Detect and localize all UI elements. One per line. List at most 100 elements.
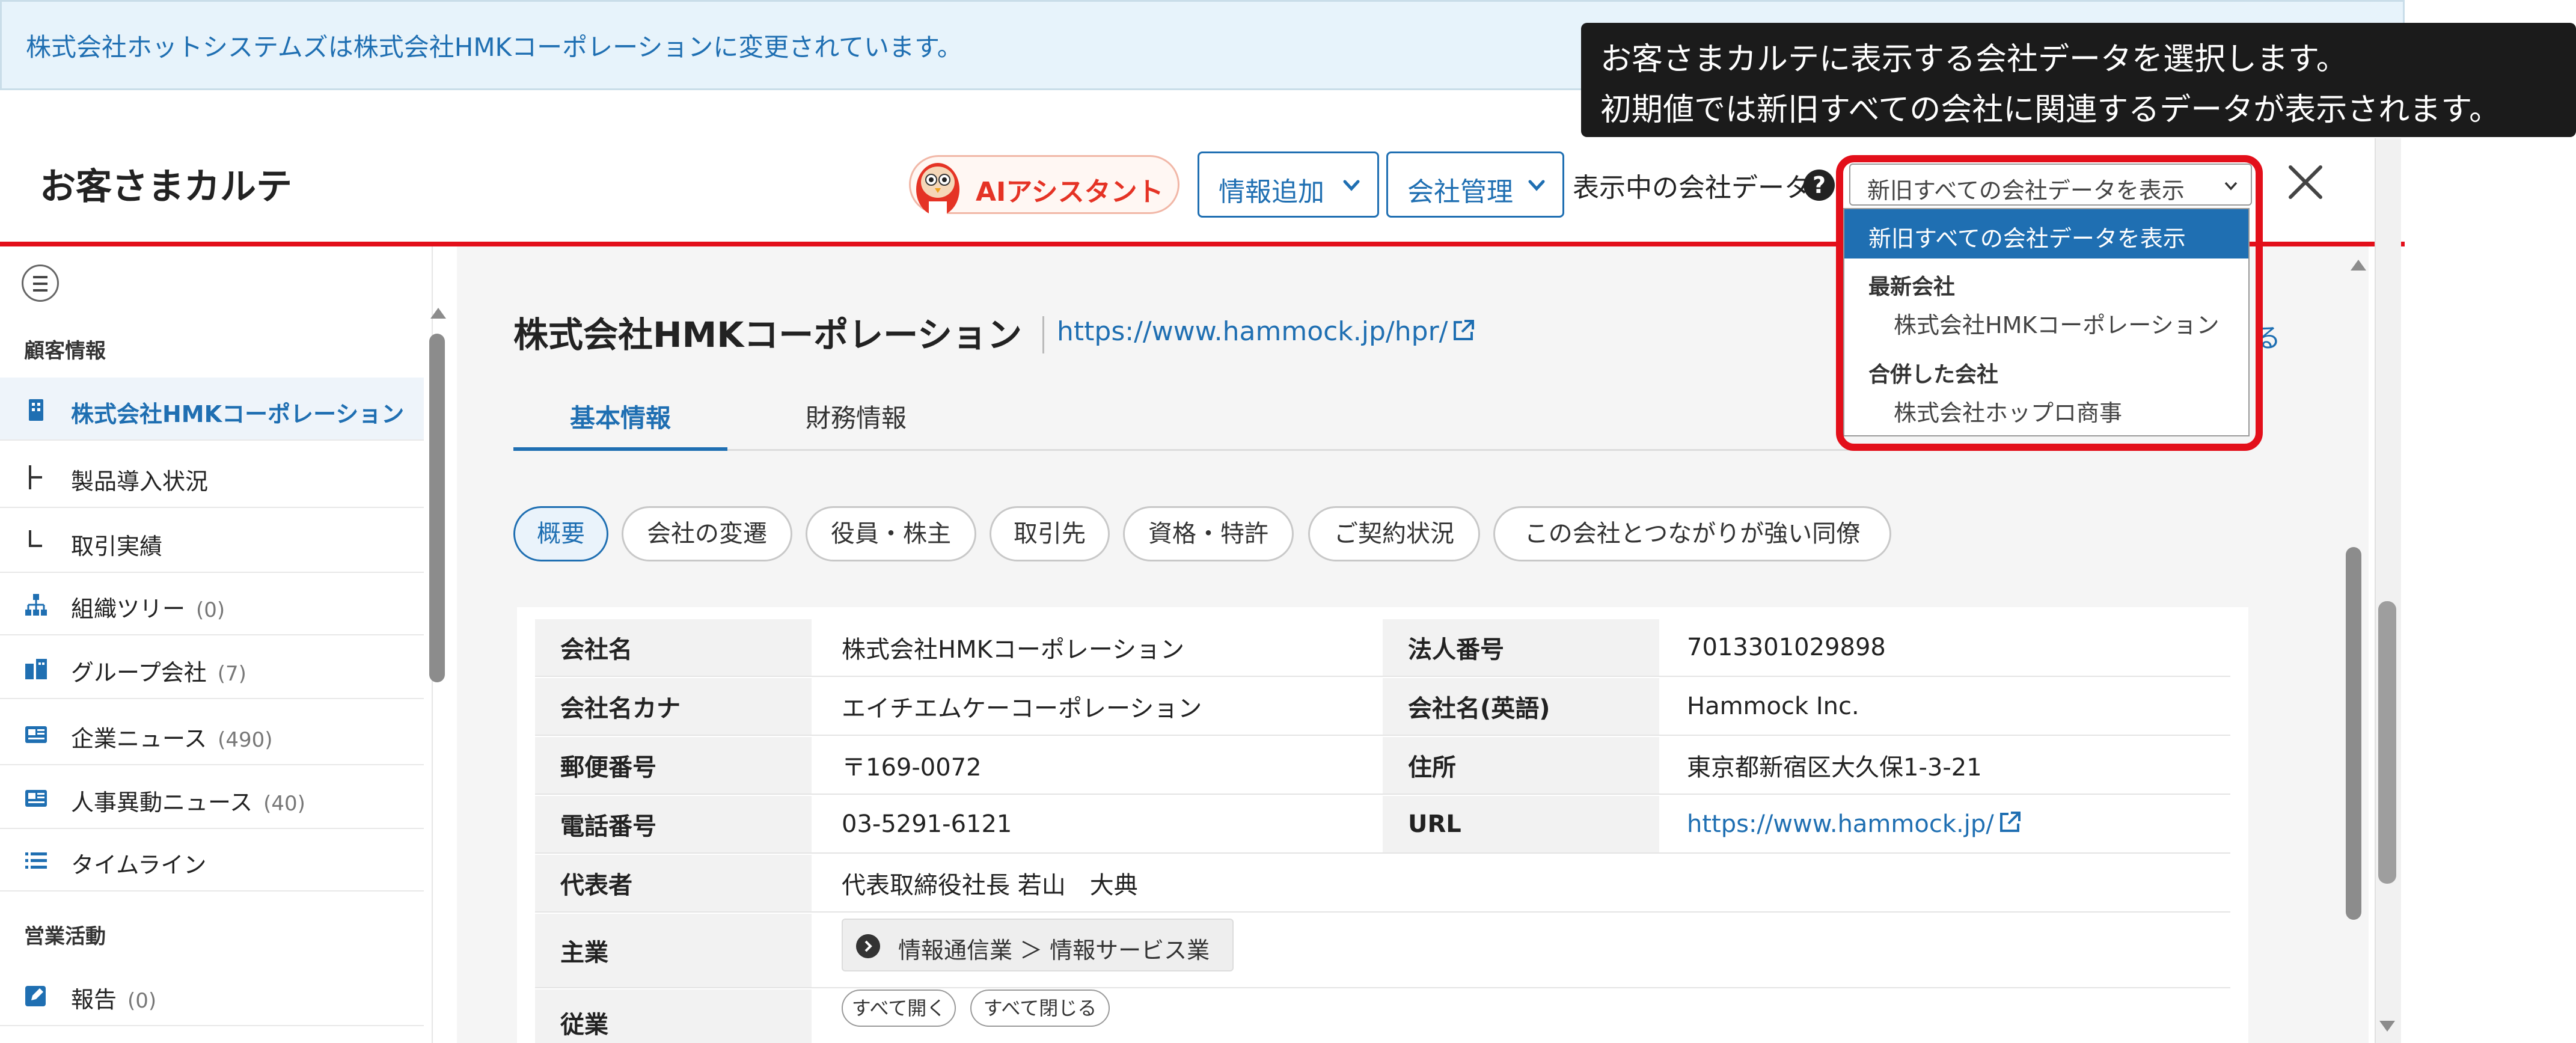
scroll-down-arrow-icon[interactable] (2378, 1020, 2396, 1034)
sidebar-item-label: 報告 (0) (71, 986, 157, 1013)
expand-all-button[interactable]: すべて開く (842, 989, 956, 1027)
sidebar-scrollbar[interactable] (429, 334, 445, 682)
sidebar-item-company[interactable]: 株式会社HMKコーポレーション (0, 378, 424, 441)
news-icon (25, 726, 47, 743)
sidebar-item-label: 組織ツリー (0) (71, 596, 225, 622)
tooltip-line-1: お客さまカルテに表示する会社データを選択します。 (1600, 41, 2348, 78)
company-url-link[interactable]: https://www.hammock.jp/hpr/ (1057, 316, 1475, 347)
highlight-outline (1836, 155, 2263, 451)
table-header-cell: 会社名(英語) (1383, 678, 1659, 735)
company-manage-label: 会社管理 (1407, 177, 1513, 207)
edit-report-icon (25, 986, 46, 1006)
page-scrollbar[interactable] (2378, 601, 2396, 884)
sidebar-item-products[interactable]: 製品導入状況 (0, 445, 424, 508)
table-value-cell: https://www.hammock.jp/ (1687, 796, 2228, 852)
page-margin (2405, 0, 2576, 1043)
tree-branch-icon (29, 465, 42, 489)
table-value-cell: 7013301029898 (1687, 634, 1886, 661)
help-tooltip: お客さまカルテに表示する会社データを選択します。 初期値では新旧すべての会社に関… (1581, 23, 2576, 137)
ai-assistant-label: AIアシスタント (976, 177, 1164, 207)
sidebar-item-org-tree[interactable]: 組織ツリー (0) (0, 572, 424, 635)
pill-officers-shareholders[interactable]: 役員・株主 (806, 506, 976, 561)
tab-financial-info[interactable]: 財務情報 (766, 397, 946, 451)
table-row: 会社名カナ エイチエムケーコーポレーション 会社名(英語) Hammock In… (535, 678, 2230, 736)
scroll-up-arrow-icon[interactable] (2349, 257, 2367, 272)
tab-basic-info[interactable]: 基本情報 (513, 397, 727, 451)
pill-history[interactable]: 会社の変遷 (622, 506, 792, 561)
notice-text: 株式会社ホットシステムズは株式会社HMKコーポレーションに変更されています。 (26, 32, 962, 62)
pill-contract-status[interactable]: ご契約状況 (1308, 506, 1480, 561)
title-divider (1042, 316, 1044, 353)
owl-mascot-icon (916, 163, 959, 216)
table-row: 電話番号 03-5291-6121 URL https://www.hammoc… (535, 796, 2230, 854)
main-scrollbar[interactable] (2346, 547, 2361, 920)
pill-related-colleagues[interactable]: この会社とつながりが強い同僚 (1493, 506, 1891, 561)
sidebar-item-label: 人事異動ニュース (40) (71, 789, 305, 816)
tree-end-icon (29, 530, 42, 547)
page-scrollbar-track[interactable] (2375, 138, 2401, 1043)
chevron-right-circle-icon (856, 934, 880, 958)
table-header-cell: 法人番号 (1383, 619, 1659, 676)
news-icon (25, 790, 47, 807)
ai-assistant-button[interactable]: AIアシスタント (909, 155, 1179, 216)
pill-business-partners[interactable]: 取引先 (990, 506, 1110, 561)
external-link-icon (1454, 320, 1475, 340)
table-row: 会社名 株式会社HMKコーポレーション 法人番号 7013301029898 (535, 619, 2230, 677)
table-header-cell: 従業 (535, 989, 812, 1043)
table-row: 主業 (535, 914, 2230, 988)
info-add-button[interactable]: 情報追加 (1198, 151, 1379, 218)
table-value-cell: Hammock Inc. (1687, 693, 1859, 720)
page-title: お客さまカルテ (40, 166, 292, 208)
sidebar-item-transactions[interactable]: 取引実績 (0, 510, 424, 573)
close-icon[interactable] (2284, 161, 2327, 203)
tooltip-line-2: 初期値では新旧すべての会社に関連するデータが表示されます。 (1600, 92, 2501, 128)
menu-toggle-icon[interactable] (22, 265, 59, 302)
table-value-cell: 株式会社HMKコーポレーション (842, 636, 1185, 664)
table-row: 従業 (535, 989, 2230, 1043)
pill-licenses-patents[interactable]: 資格・特許 (1123, 506, 1294, 561)
table-header-cell: 会社名 (535, 619, 812, 676)
sidebar-item-group-companies[interactable]: グループ会社 (7) (0, 636, 424, 699)
scroll-up-arrow-icon[interactable] (429, 305, 447, 320)
table-value-cell: エイチエムケーコーポレーション (842, 695, 1202, 723)
company-website-link[interactable]: https://www.hammock.jp/ (1687, 810, 1994, 838)
table-header-cell: 電話番号 (535, 796, 812, 852)
info-add-label: 情報追加 (1219, 177, 1324, 207)
industry-tag[interactable]: 情報通信業 ＞ 情報サービス業 (842, 919, 1234, 971)
industry-tag-label: 情報通信業 ＞ 情報サービス業 (898, 937, 1210, 964)
company-manage-button[interactable]: 会社管理 (1386, 151, 1564, 218)
sidebar-item-company-news[interactable]: 企業ニュース (490) (0, 702, 424, 765)
sidebar-item-report[interactable]: 報告 (0) (0, 963, 424, 1026)
company-name-heading: 株式会社HMKコーポレーション (513, 314, 1023, 355)
sidebar-item-label: 株式会社HMKコーポレーション (71, 401, 405, 427)
collapse-all-button[interactable]: すべて閉じる (970, 989, 1110, 1027)
chevron-down-icon (1343, 180, 1360, 191)
sidebar-item-personnel-news[interactable]: 人事異動ニュース (40) (0, 766, 424, 829)
sidebar-item-label: タイムライン (71, 852, 207, 878)
sidebar-item-timeline[interactable]: タイムライン (0, 828, 424, 892)
sidebar-section-sales: 営業活動 (24, 925, 106, 949)
table-row: 郵便番号 〒169-0072 住所 東京都新宿区大久保1-3-21 (535, 737, 2230, 795)
table-header-cell: 郵便番号 (535, 737, 812, 794)
table-row: 代表者 代表取締役社長 若山 大典 (535, 855, 2230, 913)
shown-company-data-label: 表示中の会社データ (1573, 173, 1811, 203)
sidebar-item-label: 取引実績 (71, 533, 163, 560)
chevron-down-icon (1528, 180, 1545, 191)
table-header-cell: 主業 (535, 914, 812, 987)
org-tree-icon (25, 594, 47, 616)
company-info-table: 会社名 株式会社HMKコーポレーション 法人番号 7013301029898 会… (517, 607, 2248, 1043)
building-icon (29, 399, 43, 421)
table-header-cell: URL (1383, 796, 1659, 852)
table-header-cell: 住所 (1383, 737, 1659, 794)
group-company-icon (25, 659, 47, 679)
table-value-cell: 東京都新宿区大久保1-3-21 (1687, 754, 1982, 781)
table-value-cell: 〒169-0072 (842, 754, 982, 781)
question-circle-icon[interactable]: ? (1804, 170, 1835, 201)
table-value-cell: 代表取締役社長 若山 大典 (842, 872, 1138, 899)
pill-overview[interactable]: 概要 (513, 506, 608, 561)
list-icon (25, 852, 47, 869)
table-header-cell: 会社名カナ (535, 678, 812, 735)
table-header-cell: 代表者 (535, 855, 812, 911)
sidebar-section-customer: 顧客情報 (24, 339, 106, 363)
external-link-icon (1999, 812, 2021, 832)
